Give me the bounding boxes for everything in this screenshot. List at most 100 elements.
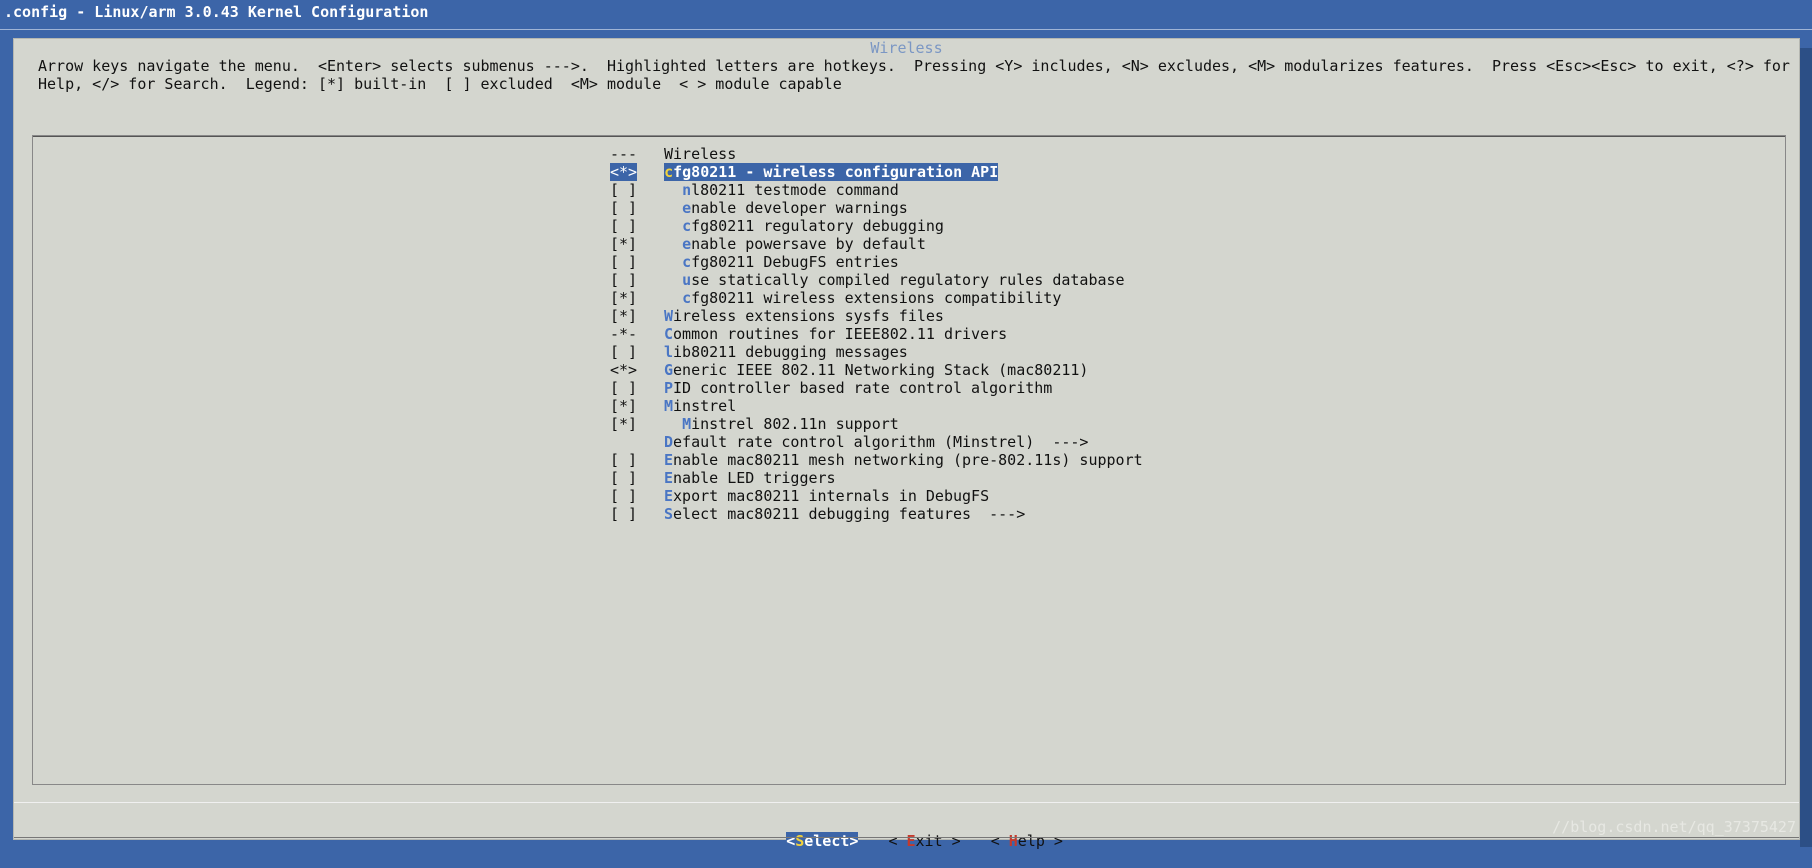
select-button[interactable]: <Select> [786, 832, 859, 850]
menu-item-mark[interactable]: [*] [610, 397, 664, 415]
dialog-title: Wireless [866, 39, 947, 57]
menu-item-label: cfg80211 - wireless configuration API [664, 163, 999, 181]
menu-item-text: fg80211 wireless extensions compatibilit… [691, 289, 1062, 307]
menu-item-indent [664, 415, 682, 433]
menu-item-hotkey: E [664, 469, 674, 487]
exit-button-post: xit > [915, 832, 961, 850]
menu-item-mark[interactable]: <*> [610, 361, 664, 379]
menu-item[interactable]: <*> cfg80211 - wireless configuration API [610, 163, 1143, 181]
menu-item-mark[interactable]: <*> [610, 163, 638, 181]
menu-item-label: lib80211 debugging messages [664, 343, 908, 361]
menu-item-mark[interactable]: [*] [610, 235, 664, 253]
menu-item-label: cfg80211 regulatory debugging [664, 217, 944, 235]
menu-item[interactable]: [*] enable powersave by default [610, 235, 1143, 253]
menu-item[interactable]: -*- Common routines for IEEE802.11 driver… [610, 325, 1143, 343]
menu-item[interactable]: [*] Wireless extensions sysfs files [610, 307, 1143, 325]
select-button-post: elect> [804, 832, 859, 850]
menu-item-text: fg80211 DebugFS entries [691, 253, 899, 271]
menu-item-label: Default rate control algorithm (Minstrel… [664, 433, 1088, 451]
menu-item-mark[interactable]: [ ] [610, 505, 664, 523]
menu-item[interactable]: <*> Generic IEEE 802.11 Networking Stack … [610, 361, 1143, 379]
menu-item-mark[interactable]: [*] [610, 415, 664, 433]
menu-item-mark[interactable]: [*] [610, 307, 664, 325]
menu-item-mark[interactable]: [ ] [610, 487, 664, 505]
menu-item[interactable]: [*] cfg80211 wireless extensions compati… [610, 289, 1143, 307]
help-button-hotkey: H [1008, 832, 1018, 850]
help-line-1: Arrow keys navigate the menu. <Enter> se… [38, 57, 1790, 75]
menu-item-text: efault rate control algorithm (Minstrel)… [673, 433, 1089, 451]
menu-item[interactable]: --- Wireless [610, 145, 1143, 163]
menu-item[interactable]: [ ] lib80211 debugging messages [610, 343, 1143, 361]
menu-item-hotkey: E [664, 487, 674, 505]
menu-item-label: Select mac80211 debugging features ---> [664, 505, 1025, 523]
menu-item-text: l80211 testmode command [691, 181, 899, 199]
exit-button[interactable]: < Exit > [888, 832, 960, 850]
menu-item-mark[interactable]: [ ] [610, 181, 664, 199]
menu-item-text: Wireless [664, 145, 737, 163]
select-button-hotkey: S [795, 832, 805, 850]
menu-item-mark[interactable]: -*- [610, 325, 664, 343]
menu-item-mark[interactable]: [*] [610, 289, 664, 307]
menu-item[interactable]: [ ] Export mac80211 internals in DebugFS [610, 487, 1143, 505]
menu-item-hotkey: c [664, 163, 674, 181]
menu-item-text: xport mac80211 internals in DebugFS [673, 487, 990, 505]
menu-item-mark[interactable]: [ ] [610, 253, 664, 271]
menu-item-mark[interactable]: [ ] [610, 199, 664, 217]
menu-item-hotkey: M [682, 415, 692, 433]
menu-item-hotkey: D [664, 433, 674, 451]
menu-item-hotkey: e [682, 235, 692, 253]
menu-item-text: ireless extensions sysfs files [673, 307, 944, 325]
menu-item-hotkey: P [664, 379, 674, 397]
menu-item[interactable]: Default rate control algorithm (Minstrel… [610, 433, 1143, 451]
menu-item-hotkey: n [682, 181, 692, 199]
menu-item[interactable]: [ ] enable developer warnings [610, 199, 1143, 217]
help-button-post: elp > [1017, 832, 1063, 850]
exit-button-pre: < [888, 832, 907, 850]
exit-button-hotkey: E [906, 832, 916, 850]
menu-item-label: Generic IEEE 802.11 Networking Stack (ma… [664, 361, 1088, 379]
menu-item[interactable]: [ ] cfg80211 DebugFS entries [610, 253, 1143, 271]
menu-frame: --- Wireless <*> cfg80211 - wireless config… [32, 135, 1786, 785]
menu-item-mark[interactable]: [ ] [610, 469, 664, 487]
menu-item-mark[interactable]: --- [610, 145, 664, 163]
menu-item-hotkey: e [682, 199, 692, 217]
menu-item-hotkey: W [664, 307, 674, 325]
menu-item[interactable]: [ ] cfg80211 regulatory debugging [610, 217, 1143, 235]
help-button[interactable]: < Help > [991, 832, 1063, 850]
menu-item[interactable]: [ ] nl80211 testmode command [610, 181, 1143, 199]
menu-item-mark[interactable]: [ ] [610, 217, 664, 235]
menu-item-label: enable powersave by default [664, 235, 926, 253]
menu-item-label: Minstrel 802.11n support [664, 415, 899, 433]
menu-item-indent [664, 217, 682, 235]
menu-item[interactable]: [ ] Select mac80211 debugging features --… [610, 505, 1143, 523]
menu-item-hotkey: M [664, 397, 674, 415]
menu-item-hotkey: S [664, 505, 674, 523]
menu-item-text: ib80211 debugging messages [673, 343, 908, 361]
menu-item[interactable]: [ ] use statically compiled regulatory r… [610, 271, 1143, 289]
menu-item[interactable]: [ ] Enable mac80211 mesh networking (pre-… [610, 451, 1143, 469]
menu-item[interactable]: [*] Minstrel [610, 397, 1143, 415]
menu-item[interactable]: [ ] Enable LED triggers [610, 469, 1143, 487]
menu-item-indent [664, 289, 682, 307]
menu-item-mark[interactable]: [ ] [610, 451, 664, 469]
menu-item-label: cfg80211 DebugFS entries [664, 253, 899, 271]
menu-item-text: ID controller based rate control algorit… [673, 379, 1053, 397]
menu-item-hotkey: C [664, 325, 674, 343]
menu-item[interactable]: [ ] PID controller based rate control alg… [610, 379, 1143, 397]
menu-item-label: Wireless extensions sysfs files [664, 307, 944, 325]
menu-item-text: nable LED triggers [673, 469, 836, 487]
menu-item-indent [664, 199, 682, 217]
menu-item-label: use statically compiled regulatory rules… [664, 271, 1125, 289]
menu-item-indent [664, 271, 682, 289]
menu-item-mark[interactable]: [ ] [610, 379, 664, 397]
menu-item-mark[interactable]: [ ] [610, 343, 664, 361]
menu-item-mark[interactable]: [ ] [610, 271, 664, 289]
menu-item-indent [664, 181, 682, 199]
menu-item[interactable]: [*] Minstrel 802.11n support [610, 415, 1143, 433]
menu-item-label: PID controller based rate control algori… [664, 379, 1052, 397]
window-title: .config - Linux/arm 3.0.43 Kernel Config… [0, 0, 1812, 30]
menu-item-mark[interactable] [610, 433, 664, 451]
help-button-pre: < [990, 832, 1009, 850]
bottom-divider [14, 837, 1799, 838]
menu-item-text: instrel [673, 397, 737, 415]
